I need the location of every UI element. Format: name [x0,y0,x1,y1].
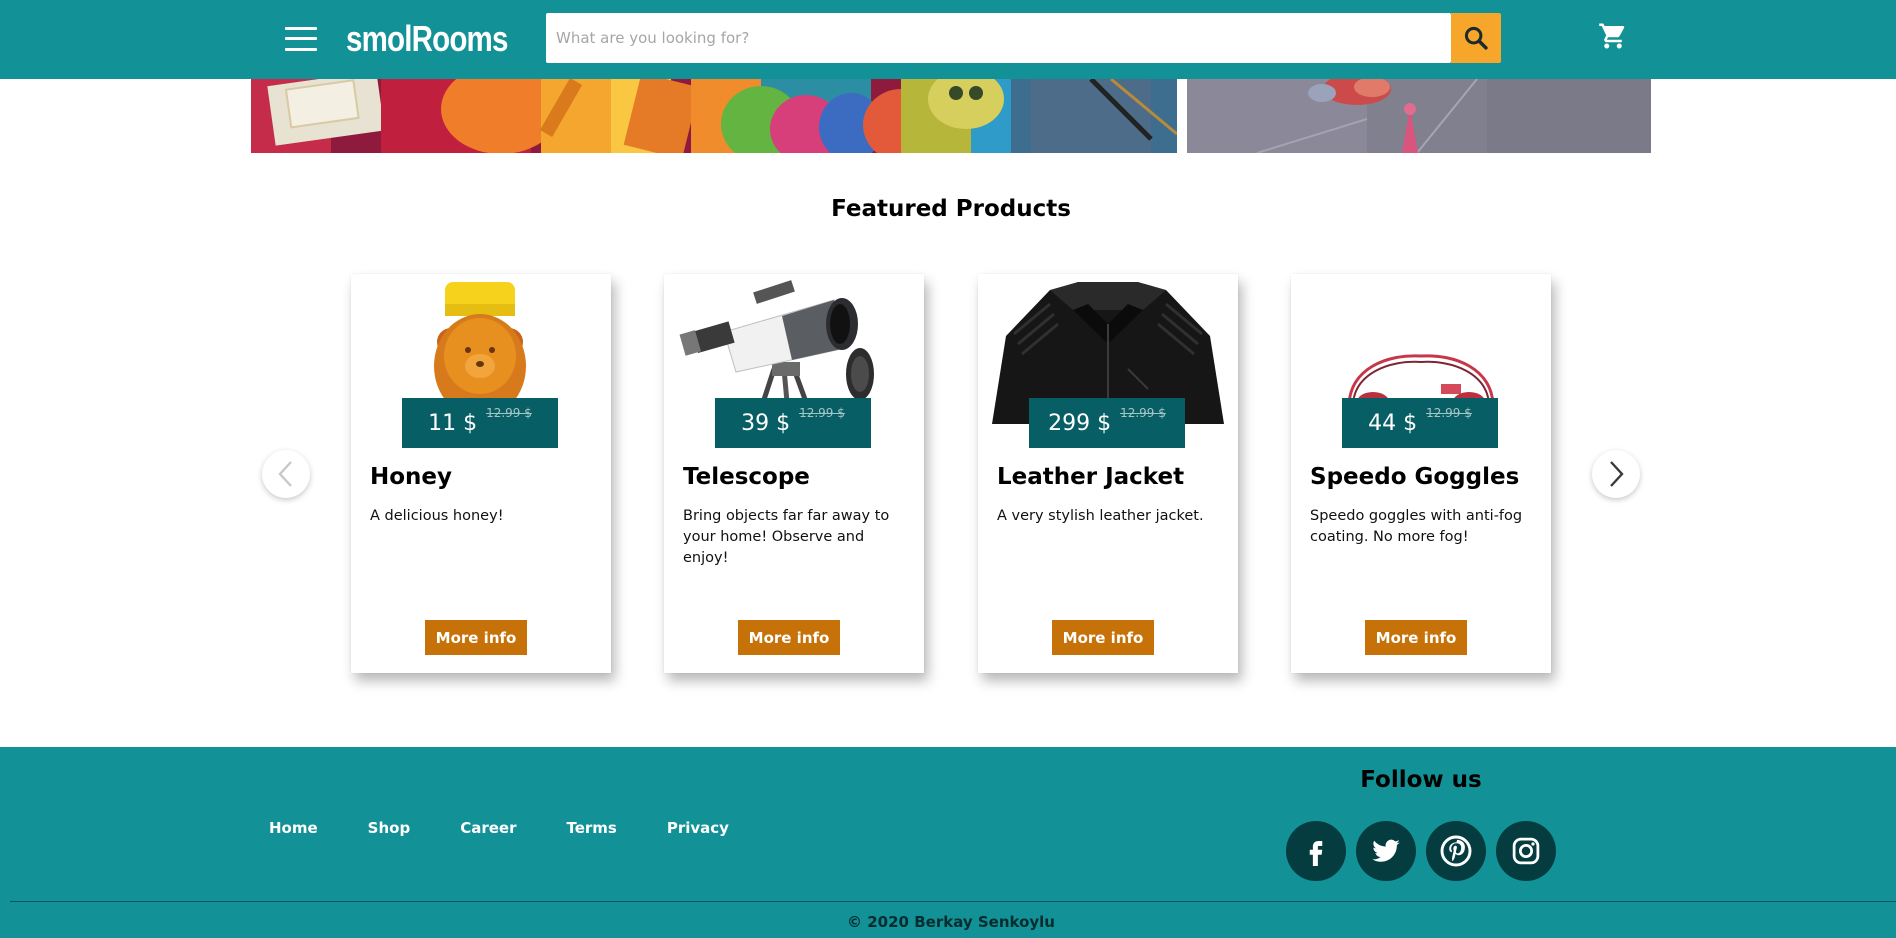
product-description: Bring objects far far away to your home!… [683,508,890,566]
product-name[interactable]: Honey [370,464,452,490]
search-box [546,13,1451,63]
old-price: 12.99 $ [1426,406,1472,420]
footer-divider [10,901,1896,902]
current-price: 44 $ [1368,410,1418,436]
follow-us-title: Follow us [1360,767,1482,793]
pinterest-button[interactable] [1426,821,1486,881]
twitter-icon [1372,839,1400,862]
product-description: Speedo goggles with anti-fog coating. No… [1310,508,1523,545]
product-name[interactable]: Leather Jacket [997,464,1184,490]
footer-link-career[interactable]: Career [460,819,516,837]
featured-products-title: Featured Products [831,196,1071,222]
current-price: 299 $ [1048,410,1112,436]
twitter-button[interactable] [1356,821,1416,881]
price-tag: 39 $ 12.99 $ [715,398,871,448]
instagram-icon [1512,837,1540,865]
hamburger-menu-icon[interactable] [285,26,317,52]
current-price: 39 $ [741,410,791,436]
price-tag: 44 $ 12.99 $ [1342,398,1498,448]
site-logo[interactable]: smolRooms [346,18,508,60]
chevron-right-icon [1610,461,1624,487]
hero-banner-toys[interactable] [1187,79,1651,153]
search-input[interactable] [546,13,1451,63]
more-info-button[interactable]: More info [425,620,527,655]
old-price: 12.99 $ [1120,406,1166,420]
product-card-leather-jacket[interactable]: 299 $ 12.99 $ Leather Jacket A very styl… [978,274,1238,673]
footer-nav: Home Shop Career Terms Privacy [269,819,729,837]
pinterest-icon [1440,835,1472,867]
price-tag: 299 $ 12.99 $ [1029,398,1185,448]
search-icon [1464,26,1488,50]
product-card-speedo-goggles[interactable]: 44 $ 12.99 $ Speedo Goggles Speedo goggl… [1291,274,1551,673]
old-price: 12.99 $ [486,406,532,420]
product-card-honey[interactable]: 11 $ 12.99 $ Honey A delicious honey! Mo… [351,274,611,673]
footer-link-home[interactable]: Home [269,819,318,837]
product-name[interactable]: Speedo Goggles [1310,464,1519,490]
chevron-left-icon [278,461,292,487]
stationery-banner-image [251,79,1177,153]
price-tag: 11 $ 12.99 $ [402,398,558,448]
search-button[interactable] [1451,13,1501,63]
cart-icon[interactable] [1598,21,1628,51]
instagram-button[interactable] [1496,821,1556,881]
current-price: 11 $ [428,410,478,436]
more-info-button[interactable]: More info [1052,620,1154,655]
product-description: A delicious honey! [370,508,504,524]
footer: Home Shop Career Terms Privacy Follow us… [0,747,1896,938]
more-info-button[interactable]: More info [1365,620,1467,655]
more-info-button[interactable]: More info [738,620,840,655]
footer-link-shop[interactable]: Shop [368,819,411,837]
old-price: 12.99 $ [799,406,845,420]
toys-banner-image [1187,79,1651,153]
facebook-icon [1309,841,1323,866]
product-card-telescope[interactable]: 39 $ 12.99 $ Telescope Bring objects far… [664,274,924,673]
footer-link-terms[interactable]: Terms [566,819,616,837]
facebook-button[interactable] [1286,821,1346,881]
product-name[interactable]: Telescope [683,464,810,490]
product-description: A very stylish leather jacket. [997,508,1204,524]
carousel-prev-button[interactable] [262,450,310,498]
top-header: smolRooms [0,0,1896,79]
hero-banner-stationery[interactable] [251,79,1177,153]
copyright-text: © 2020 Berkay Senkoylu [847,913,1055,931]
footer-link-privacy[interactable]: Privacy [667,819,729,837]
carousel-next-button[interactable] [1592,450,1640,498]
